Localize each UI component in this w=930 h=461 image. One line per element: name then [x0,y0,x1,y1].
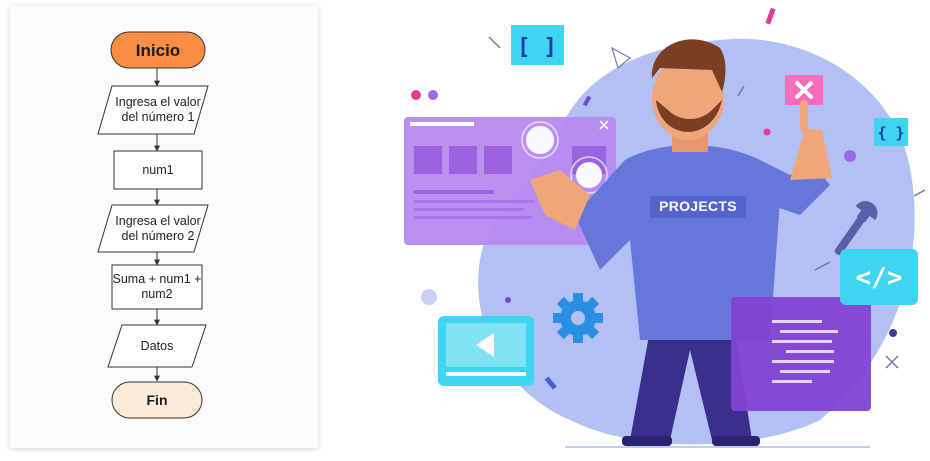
var1-label: num1 [142,162,174,177]
input1-label: Ingresa el valor del número 1 [115,95,201,124]
video-progress [446,372,526,376]
dot-purple [428,90,438,100]
deco-pink-dot [763,128,771,136]
developer-illustration: [ ] { } </> [404,7,926,448]
person-finger [800,100,808,132]
thumb-3 [484,146,512,174]
thumb-2 [449,146,477,174]
code-panel [731,297,871,411]
flowchart-panel: Inicio Ingresa el valor del número 1 num… [10,6,318,448]
right-shoe [712,436,760,446]
bracket-tag-text: [ ] [517,35,557,60]
left-shoe [622,436,672,446]
code-tag-text: </> [856,263,903,293]
text-line-3 [414,208,524,211]
deco-pink-bar [765,7,776,25]
touch-ring-2 [576,162,602,188]
dot-pink [411,90,421,100]
deco-purple-dot [844,150,856,162]
end-label: Fin [146,391,168,408]
sum-label: Suma + num1 + num2 [112,272,202,301]
input2-label: Ingresa el valor del número 2 [115,213,201,243]
braces-tag-text: { } [877,124,904,142]
text-line-4 [414,216,532,219]
text-line-1 [414,190,494,194]
browser-title-bar [410,122,474,126]
touch-ring-1 [526,126,554,154]
deco-small-dot [505,297,511,303]
text-line-2 [414,200,534,203]
deco-line [488,36,501,49]
deco-lavender-dot [421,289,437,305]
output-label: Datos [140,338,174,353]
deco-line-right [913,189,926,197]
gear-icon [553,293,603,343]
thumb-1 [414,146,442,174]
deco-navy-dot [889,329,897,337]
shirt-label-text: PROJECTS [659,198,737,214]
start-label: Inicio [135,40,181,60]
